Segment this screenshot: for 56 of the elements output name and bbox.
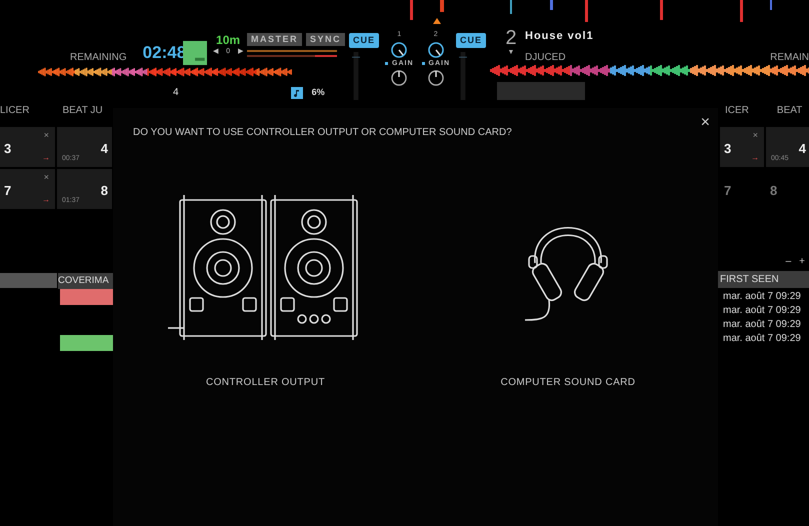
output-option[interactable]: CONTROLLER OUTPUT (168, 190, 363, 390)
knob-icon (426, 40, 445, 58)
tab[interactable]: BEAT (776, 103, 802, 127)
hot-cue-pad[interactable]: 7 × → (0, 169, 55, 209)
deck-button[interactable]: MASTER (246, 33, 302, 46)
output-option[interactable]: COMPUTER SOUND CARD (500, 190, 636, 390)
artist-name: DJUCED (525, 50, 566, 64)
table-cell-text: mar. août 7 09:29 (723, 332, 802, 346)
fader-track (349, 52, 363, 100)
arrow-icon: → (42, 152, 50, 164)
indicator-icon (422, 62, 424, 66)
note-icon (290, 86, 303, 98)
table-cell-text: mar. août 7 09:29 (723, 304, 802, 318)
knob-icon (390, 69, 408, 87)
beat-counter: 4 (173, 86, 179, 100)
zoom-button[interactable]: – (786, 254, 792, 269)
pad-number: 4 (798, 140, 806, 158)
column-header (0, 273, 57, 288)
track-title: House vol1 (525, 29, 595, 44)
key-label: 10m (216, 33, 240, 47)
clear-icon[interactable]: × (44, 171, 49, 184)
pad-number: 7 (724, 182, 732, 200)
arrow-icon: → (751, 152, 759, 164)
hot-cue-pad[interactable]: 3 × → (0, 127, 55, 167)
pad-number: 8 (100, 182, 108, 200)
hot-cue-pad[interactable]: 7 (720, 169, 764, 209)
table-cell-text: mar. août 7 09:29 (723, 290, 802, 304)
hot-cue-pad[interactable]: 3 × → (720, 127, 764, 167)
column-header[interactable]: COVERIMA (58, 273, 113, 290)
table-cell-text: mar. août 7 09:29 (723, 318, 802, 332)
zoom-button[interactable]: + (799, 254, 805, 269)
tab[interactable]: LICER (0, 103, 30, 127)
cue-button[interactable]: CUE (456, 33, 486, 48)
column-header[interactable]: FIRST SEEN (718, 271, 809, 288)
time-label: REMAIN (770, 50, 809, 64)
cue-button[interactable]: CUE (349, 33, 380, 48)
deck-number: 2 (505, 28, 517, 48)
tempo-percent: 6% (312, 86, 325, 99)
tab[interactable]: BEAT JU (62, 103, 103, 127)
pad-number: 3 (724, 140, 732, 158)
deck-button[interactable]: SYNC (306, 33, 345, 46)
close-button[interactable]: × (700, 115, 710, 131)
pad-number: 8 (770, 182, 778, 200)
knob-icon (426, 69, 445, 87)
knob-icon (390, 40, 408, 58)
arrow-icon: → (42, 194, 50, 206)
pad-number: 3 (4, 140, 12, 158)
pad-number: 7 (4, 182, 12, 200)
indicator-icon (385, 62, 388, 66)
time-label: REMAINING (70, 51, 127, 65)
dialog-question: DO YOU WANT TO USE CONTROLLER OUTPUT OR COMPUTER SOUND CARD? (133, 126, 512, 140)
hot-cue-pad[interactable]: 8 (766, 169, 809, 209)
clear-icon[interactable]: × (752, 129, 758, 142)
tab[interactable]: ICER (725, 103, 749, 127)
clear-icon[interactable]: × (44, 129, 49, 142)
pad-number: 4 (100, 140, 108, 158)
